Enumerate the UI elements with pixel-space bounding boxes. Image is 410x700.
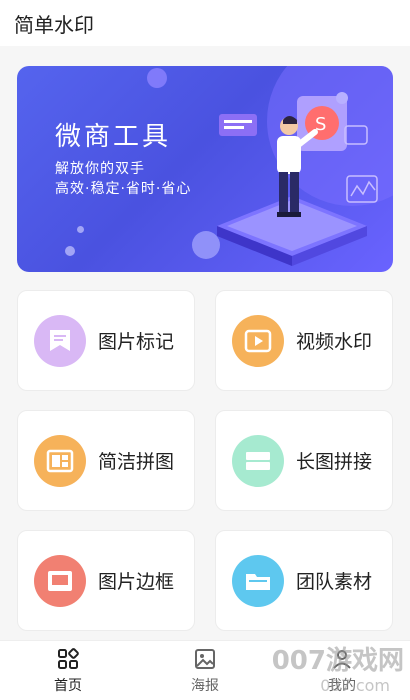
home-grid-icon xyxy=(58,648,79,669)
banner-decoration xyxy=(77,226,84,233)
tool-card-picture-mark[interactable]: 图片标记 xyxy=(17,290,195,391)
site-watermark: 007游戏网 xyxy=(271,646,404,676)
tab-home[interactable]: 首页 xyxy=(0,641,136,700)
folder-icon xyxy=(232,554,284,607)
picture-frame-icon xyxy=(34,554,86,607)
tool-label: 简洁拼图 xyxy=(98,451,175,473)
banner-title: 微商工具 xyxy=(55,122,172,152)
banner-decoration xyxy=(147,68,167,88)
tool-card-team-materials[interactable]: 团队素材 xyxy=(215,530,393,631)
picture-mark-icon xyxy=(34,314,86,367)
banner-tagline: 高效·稳定·省时·省心 xyxy=(55,181,192,197)
tool-label: 视频水印 xyxy=(296,331,373,353)
tool-card-long-image[interactable]: 长图拼接 xyxy=(215,410,393,511)
tab-poster[interactable]: 海报 xyxy=(137,641,273,700)
banner-illustration: S xyxy=(217,92,378,266)
tab-poster-label: 海报 xyxy=(191,678,219,694)
tab-home-label: 首页 xyxy=(54,678,82,694)
long-image-icon xyxy=(232,434,284,487)
image-icon xyxy=(195,649,215,669)
collage-icon xyxy=(34,434,86,487)
tool-card-picture-frame[interactable]: 图片边框 xyxy=(17,530,195,631)
tool-card-collage[interactable]: 简洁拼图 xyxy=(17,410,195,511)
tool-label: 团队素材 xyxy=(296,571,373,593)
tool-label: 图片边框 xyxy=(98,571,175,593)
banner-decoration xyxy=(65,246,75,256)
page-title: 简单水印 xyxy=(14,12,94,37)
banner-subtitle: 解放你的双手 xyxy=(55,161,145,177)
tool-card-video-watermark[interactable]: 视频水印 xyxy=(215,290,393,391)
tool-label: 图片标记 xyxy=(98,331,175,353)
site-watermark-url: 007.com xyxy=(320,676,390,695)
tool-label: 长图拼接 xyxy=(296,451,373,473)
app-header: 简单水印 xyxy=(0,0,410,46)
promo-banner[interactable]: 微商工具 解放你的双手 高效·稳定·省时·省心 S xyxy=(17,66,393,272)
video-play-icon xyxy=(232,314,284,367)
